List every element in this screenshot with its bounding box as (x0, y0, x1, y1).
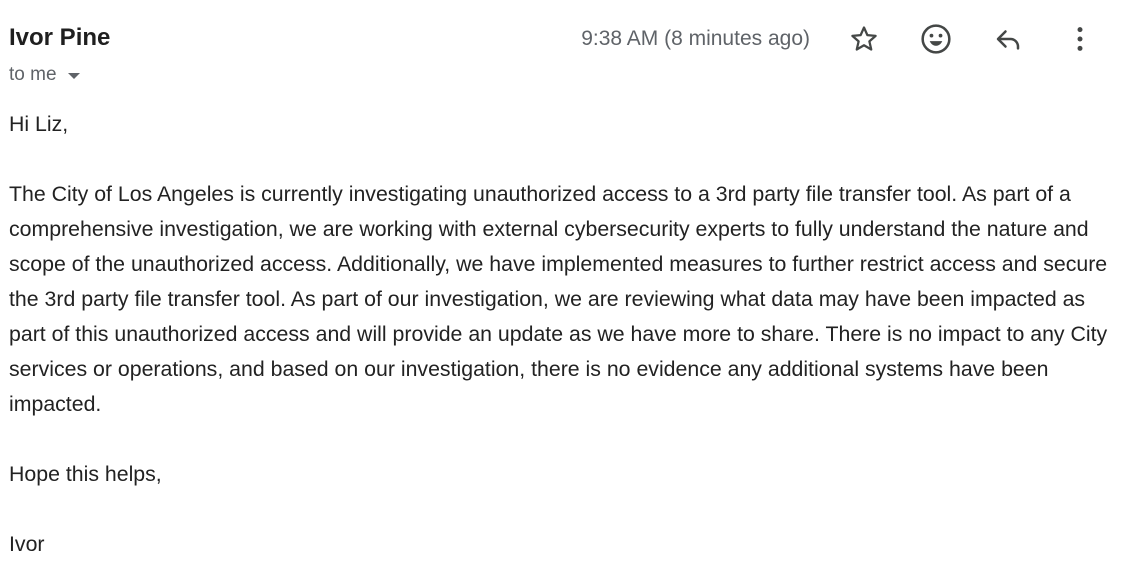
more-options-button[interactable] (1061, 20, 1099, 58)
add-reaction-button[interactable] (917, 20, 955, 58)
signature: Ivor (9, 532, 45, 556)
recipient-label: to me (9, 64, 57, 85)
message-timestamp: 9:38 AM (8 minutes ago) (581, 27, 810, 50)
caret-down-icon (67, 73, 80, 79)
reply-arrow-icon (996, 30, 1020, 50)
star-button[interactable] (845, 20, 883, 58)
sender-name: Ivor Pine (9, 24, 111, 51)
greeting: Hi Liz, (9, 112, 69, 136)
vertical-dots-icon (1077, 27, 1083, 51)
message-body: Hi Liz, The City of Los Angeles is curre… (9, 107, 1114, 562)
recipient-details-toggle[interactable]: to me (9, 63, 80, 87)
smiley-icon (921, 24, 951, 54)
body-paragraph: The City of Los Angeles is currently inv… (9, 182, 1108, 416)
closing-line: Hope this helps, (9, 462, 162, 486)
reply-button[interactable] (989, 20, 1027, 58)
star-outline-icon (851, 26, 877, 51)
